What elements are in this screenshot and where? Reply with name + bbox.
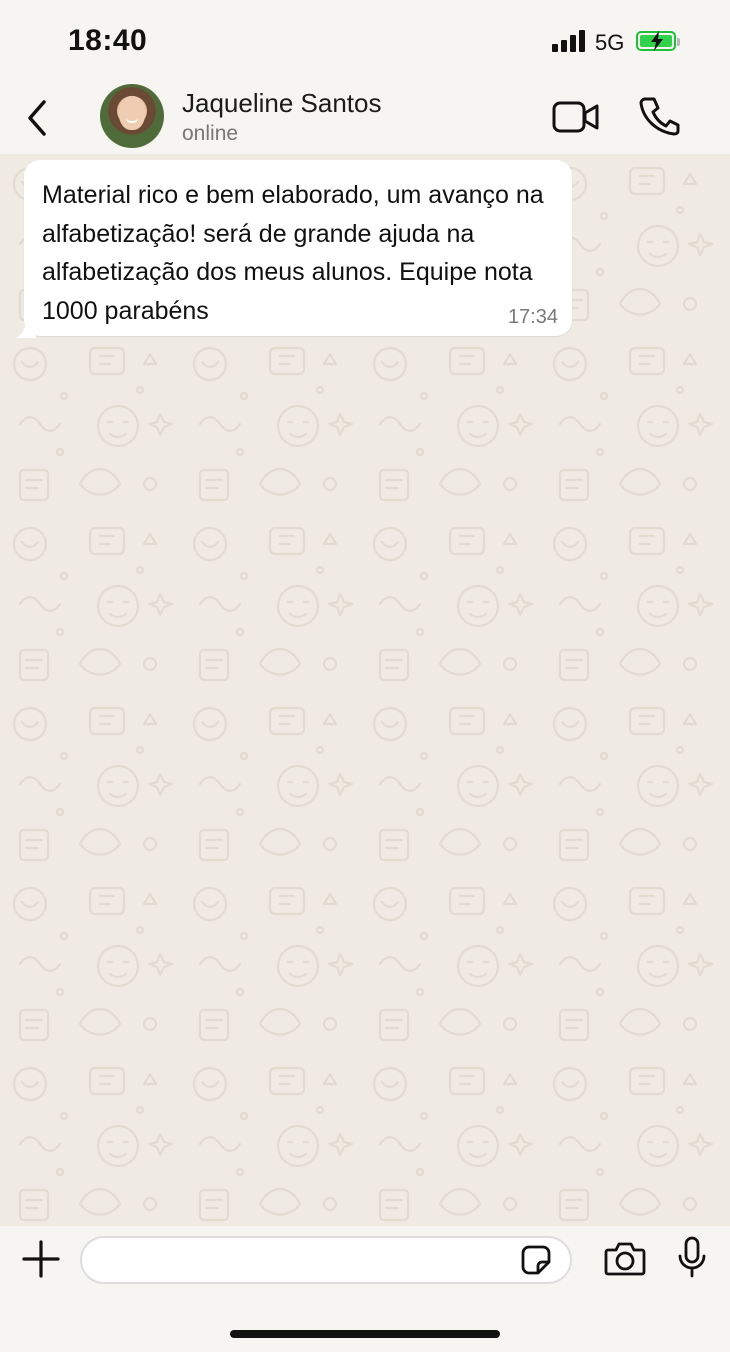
home-indicator bbox=[230, 1330, 500, 1338]
back-chevron-icon bbox=[28, 100, 46, 136]
signal-icon bbox=[552, 30, 586, 52]
message-input[interactable] bbox=[80, 1236, 572, 1284]
battery-charging-icon bbox=[636, 31, 680, 51]
contact-name[interactable]: Jaqueline Santos bbox=[182, 88, 381, 119]
chat-header: Jaqueline Santos online bbox=[0, 82, 730, 154]
video-call-icon bbox=[552, 101, 599, 133]
mic-button[interactable] bbox=[676, 1236, 708, 1278]
plus-icon bbox=[22, 1240, 60, 1278]
mic-icon bbox=[678, 1236, 706, 1278]
status-bar: 18:40 5G bbox=[0, 0, 730, 82]
voice-call-button[interactable] bbox=[638, 96, 680, 136]
input-bar bbox=[0, 1226, 730, 1352]
avatar[interactable] bbox=[100, 84, 164, 148]
back-button[interactable] bbox=[18, 96, 58, 140]
phone-icon bbox=[639, 97, 680, 136]
message-text: Material rico e bem elaborado, um avanço… bbox=[42, 181, 544, 325]
attach-button[interactable] bbox=[22, 1240, 60, 1278]
chat-area[interactable]: Material rico e bem elaborado, um avanço… bbox=[0, 154, 730, 1226]
video-call-button[interactable] bbox=[552, 100, 600, 134]
message-timestamp: 17:34 bbox=[507, 306, 558, 328]
network-label: 5G bbox=[595, 30, 625, 55]
status-time: 18:40 bbox=[68, 24, 148, 57]
sticker-icon bbox=[521, 1245, 551, 1275]
sticker-button[interactable] bbox=[520, 1244, 552, 1276]
incoming-message-bubble[interactable]: Material rico e bem elaborado, um avanço… bbox=[16, 160, 572, 338]
contact-status: online bbox=[182, 122, 239, 145]
camera-icon bbox=[604, 1242, 646, 1276]
bubble-tail bbox=[16, 322, 36, 338]
camera-button[interactable] bbox=[604, 1240, 646, 1276]
